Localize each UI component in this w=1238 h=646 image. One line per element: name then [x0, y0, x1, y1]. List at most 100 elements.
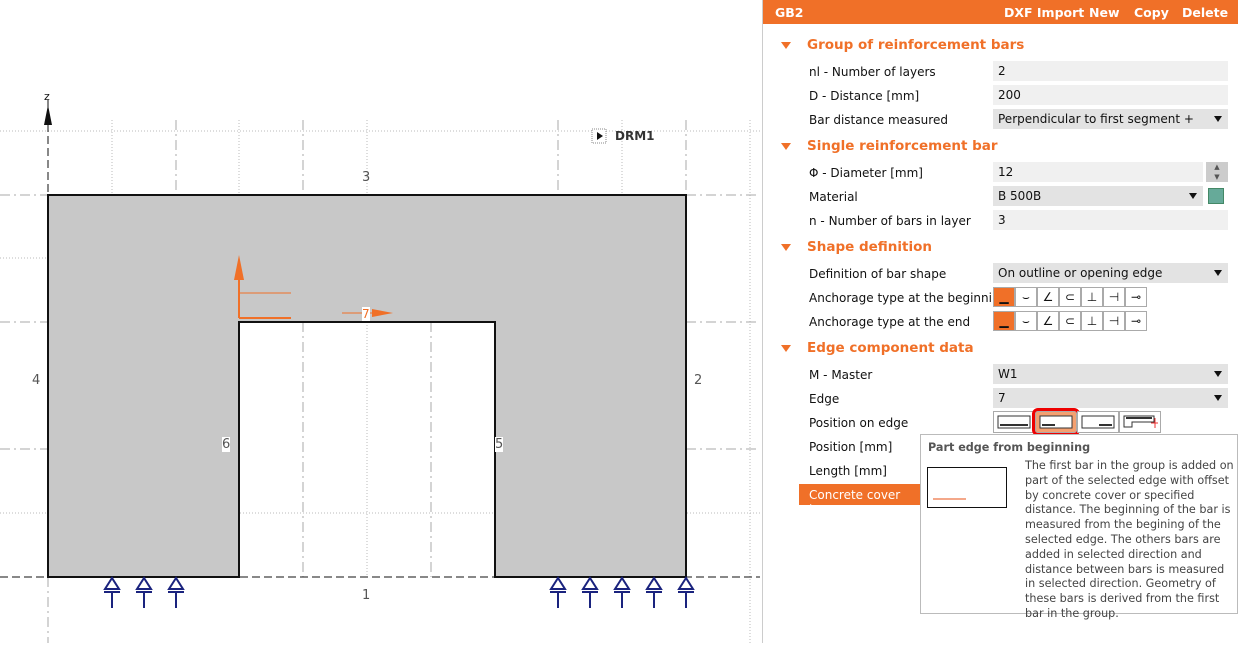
selected-value: W1 [998, 367, 1018, 381]
anchor-plate-icon[interactable]: ⊸ [1125, 311, 1147, 331]
collapse-icon [781, 243, 791, 251]
part-edge-from-beginning-icon[interactable] [1032, 408, 1080, 436]
nl-input[interactable]: 2 [993, 61, 1228, 81]
collapse-icon [781, 41, 791, 49]
bar-shape-select[interactable]: On outline or opening edge [993, 263, 1228, 283]
delete-button[interactable]: Delete [1182, 5, 1228, 20]
anchor-angle-icon[interactable]: ∠ [1037, 311, 1059, 331]
anchor-hook-icon[interactable]: ⊂ [1059, 287, 1081, 307]
edge-select[interactable]: 7 [993, 388, 1228, 408]
tooltip-title: Part edge from beginning [928, 441, 1091, 454]
tooltip-text: The first bar in the group is added on p… [1025, 459, 1234, 620]
diameter-input[interactable]: 12 [993, 162, 1203, 182]
support-icon [645, 576, 663, 608]
support-icon [613, 576, 631, 608]
bar-shape-label: Definition of bar shape [809, 267, 947, 281]
anchor-straight-icon[interactable]: ▁ [993, 287, 1015, 307]
support-icon [103, 576, 121, 608]
section-group[interactable]: Group of reinforcement bars [781, 37, 1024, 53]
cross-section-drawing [0, 100, 760, 643]
section-shape[interactable]: Shape definition [781, 239, 932, 255]
support-icon [135, 576, 153, 608]
chevron-down-icon [1214, 371, 1222, 377]
position-on-edge-label: Position on edge [809, 416, 909, 430]
z-axis-label: z [44, 90, 50, 103]
support-icon [167, 576, 185, 608]
edge-label-5: 5 [495, 437, 504, 452]
new-button[interactable]: New [1089, 5, 1120, 20]
selected-value: Perpendicular to first segment + [998, 112, 1194, 126]
edge-label-3: 3 [362, 170, 371, 185]
section-title: Single reinforcement bar [807, 138, 998, 154]
anchorage-begin-options: ▁ ⌣ ∠ ⊂ ⊥ ⊣ ⊸ [993, 287, 1147, 307]
dxf-import-button[interactable]: DXF Import [1004, 5, 1084, 20]
chevron-down-icon [1214, 270, 1222, 276]
distance-input[interactable]: 200 [993, 85, 1228, 105]
anchorage-end-label: Anchorage type at the end [809, 315, 971, 329]
material-select[interactable]: B 500B [993, 186, 1203, 206]
bar-distance-measured-label: Bar distance measured [809, 113, 948, 127]
anchor-welded-icon[interactable]: ⊥ [1081, 287, 1103, 307]
edge-label-7: 7 [362, 307, 370, 321]
anchor-bend-icon[interactable]: ⌣ [1015, 311, 1037, 331]
anchor-head-icon[interactable]: ⊣ [1103, 287, 1125, 307]
length-label: Length [mm] [809, 464, 887, 478]
bars-in-layer-input[interactable]: 3 [993, 210, 1228, 230]
edge-label-4: 4 [32, 373, 41, 388]
part-edge-from-end-icon[interactable] [1077, 411, 1119, 433]
section-title: Shape definition [807, 239, 932, 255]
section-edge[interactable]: Edge component data [781, 340, 974, 356]
edge-label-1: 1 [362, 588, 371, 603]
section-single-bar[interactable]: Single reinforcement bar [781, 138, 998, 154]
collapse-icon [781, 344, 791, 352]
panel-header: GB2 DXF Import New Copy Delete [763, 0, 1238, 24]
position-label: Position [mm] [809, 440, 893, 454]
anchor-angle-icon[interactable]: ∠ [1037, 287, 1059, 307]
bar-distance-measured-select[interactable]: Perpendicular to first segment + [993, 109, 1228, 129]
tooltip: Part edge from beginning The first bar i… [920, 434, 1238, 620]
anchor-welded-icon[interactable]: ⊥ [1081, 311, 1103, 331]
chevron-down-icon [1214, 116, 1222, 122]
master-label: M - Master [809, 368, 873, 382]
anchorage-begin-label: Anchorage type at the beginning [809, 291, 1008, 305]
selected-value: On outline or opening edge [998, 266, 1163, 280]
tooltip-illustration [927, 467, 1007, 508]
anchor-head-icon[interactable]: ⊣ [1103, 311, 1125, 331]
anchor-bend-icon[interactable]: ⌣ [1015, 287, 1037, 307]
material-library-icon[interactable] [1208, 188, 1224, 204]
diameter-spinner[interactable]: ▲ ▼ [1206, 162, 1228, 182]
edge-label-6: 6 [222, 437, 231, 452]
support-icon [549, 576, 567, 608]
supports [103, 576, 695, 608]
nl-label: nl - Number of layers [809, 65, 936, 79]
section-title: Group of reinforcement bars [807, 37, 1025, 53]
anchor-straight-icon[interactable]: ▁ [993, 311, 1015, 331]
edge-label-2: 2 [694, 373, 703, 388]
z-axis-arrow [44, 105, 52, 125]
drawing-canvas[interactable]: z DRM1 3 4 2 6 5 1 7 [0, 0, 760, 643]
copy-button[interactable]: Copy [1134, 5, 1169, 20]
edge-label: Edge [809, 392, 840, 406]
chevron-down-icon [1189, 193, 1197, 199]
selected-value: B 500B [998, 189, 1042, 203]
whole-edge-icon[interactable] [993, 411, 1035, 433]
view-label: DRM1 [615, 129, 655, 143]
selected-value: 7 [998, 391, 1006, 405]
support-icon [581, 576, 599, 608]
position-on-edge-options [993, 408, 1161, 436]
panel-title: GB2 [775, 5, 804, 20]
bars-in-layer-label: n - Number of bars in layer [809, 214, 971, 228]
distance-label: D - Distance [mm] [809, 89, 920, 103]
anchor-plate-icon[interactable]: ⊸ [1125, 287, 1147, 307]
anchor-hook-icon[interactable]: ⊂ [1059, 311, 1081, 331]
material-label: Material [809, 190, 858, 204]
collapse-icon [781, 142, 791, 150]
diameter-label: Φ - Diameter [mm] [809, 166, 923, 180]
anchorage-end-options: ▁ ⌣ ∠ ⊂ ⊥ ⊣ ⊸ [993, 311, 1147, 331]
section-title: Edge component data [807, 340, 974, 356]
master-select[interactable]: W1 [993, 364, 1228, 384]
extended-edge-icon[interactable] [1119, 411, 1161, 433]
chevron-down-icon [1214, 395, 1222, 401]
support-icon [677, 576, 695, 608]
concrete-cover-type-row[interactable]: Concrete cover type [799, 484, 929, 516]
